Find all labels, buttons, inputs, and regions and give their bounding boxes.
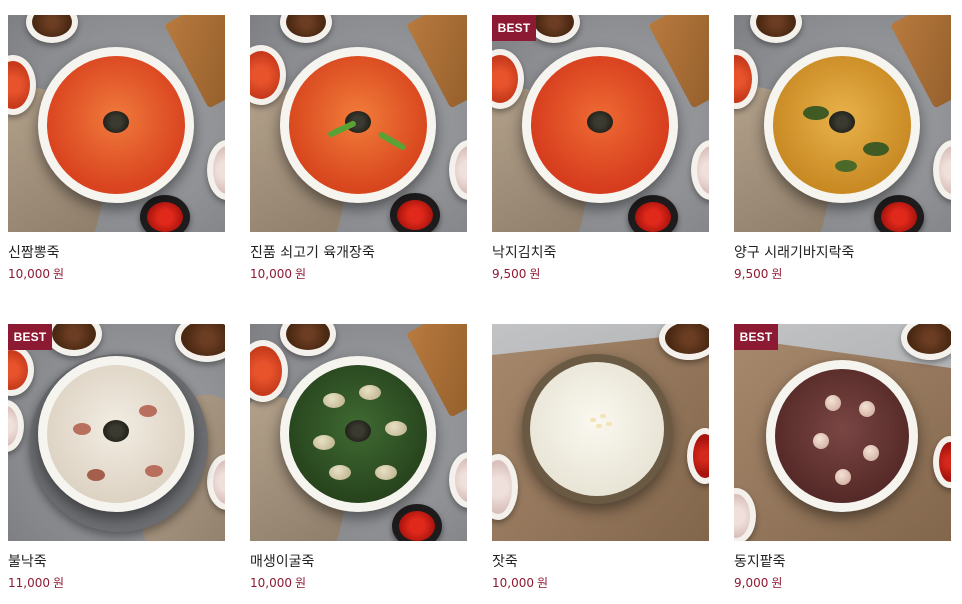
porridge-bowl [764, 47, 920, 203]
porridge-bowl [38, 356, 194, 512]
best-badge: BEST [734, 324, 778, 350]
product-grid: 신짬뽕죽 10,000 원 진품 쇠고기 육개장죽 10,000 원 BEST … [0, 0, 962, 604]
product-card[interactable]: 매생이굴죽 10,000 원 [250, 324, 467, 591]
product-image[interactable] [8, 15, 225, 232]
price-currency: 원 [771, 576, 783, 590]
price-currency: 원 [53, 267, 65, 281]
porridge-bowl [280, 356, 436, 512]
product-price: 9,500 원 [492, 266, 709, 282]
product-card[interactable]: BEST 낙지김치죽 9,500 원 [492, 15, 709, 282]
product-name[interactable]: 동지팥죽 [734, 553, 951, 571]
product-price: 10,000 원 [8, 266, 225, 282]
product-card[interactable]: BEST 동지팥죽 9,000 원 [734, 324, 951, 591]
product-price: 9,500 원 [734, 266, 951, 282]
product-image[interactable]: BEST [8, 324, 225, 541]
porridge-bowl [38, 47, 194, 203]
price-value: 11,000 [8, 576, 50, 590]
price-value: 10,000 [250, 267, 292, 281]
product-price: 11,000 원 [8, 575, 225, 591]
product-image[interactable] [250, 324, 467, 541]
price-currency: 원 [529, 267, 541, 281]
product-card[interactable]: 양구 시래기바지락죽 9,500 원 [734, 15, 951, 282]
product-name[interactable]: 낙지김치죽 [492, 244, 709, 262]
product-card[interactable]: 신짬뽕죽 10,000 원 [8, 15, 225, 282]
product-price: 10,000 원 [492, 575, 709, 591]
product-image[interactable]: BEST [734, 324, 951, 541]
price-value: 10,000 [250, 576, 292, 590]
price-value: 9,500 [492, 267, 527, 281]
product-card[interactable]: 잣죽 10,000 원 [492, 324, 709, 591]
price-currency: 원 [295, 267, 307, 281]
price-value: 9,500 [734, 267, 769, 281]
porridge-bowl [280, 47, 436, 203]
price-value: 9,000 [734, 576, 769, 590]
porridge-bowl [522, 354, 672, 504]
porridge-bowl [766, 360, 918, 512]
product-image[interactable] [250, 15, 467, 232]
product-price: 10,000 원 [250, 266, 467, 282]
product-card[interactable]: BEST 불낙죽 11,000 원 [8, 324, 225, 591]
product-price: 10,000 원 [250, 575, 467, 591]
product-name[interactable]: 양구 시래기바지락죽 [734, 244, 951, 262]
product-price: 9,000 원 [734, 575, 951, 591]
price-value: 10,000 [8, 267, 50, 281]
price-currency: 원 [537, 576, 549, 590]
product-name[interactable]: 불낙죽 [8, 553, 225, 571]
price-currency: 원 [771, 267, 783, 281]
price-value: 10,000 [492, 576, 534, 590]
product-name[interactable]: 진품 쇠고기 육개장죽 [250, 244, 467, 262]
product-image[interactable] [492, 324, 709, 541]
product-name[interactable]: 잣죽 [492, 553, 709, 571]
porridge-bowl [522, 47, 678, 203]
best-badge: BEST [492, 15, 536, 41]
best-badge: BEST [8, 324, 52, 350]
price-currency: 원 [53, 576, 65, 590]
product-name[interactable]: 매생이굴죽 [250, 553, 467, 571]
product-image[interactable] [734, 15, 951, 232]
product-image[interactable]: BEST [492, 15, 709, 232]
product-card[interactable]: 진품 쇠고기 육개장죽 10,000 원 [250, 15, 467, 282]
product-name[interactable]: 신짬뽕죽 [8, 244, 225, 262]
price-currency: 원 [295, 576, 307, 590]
